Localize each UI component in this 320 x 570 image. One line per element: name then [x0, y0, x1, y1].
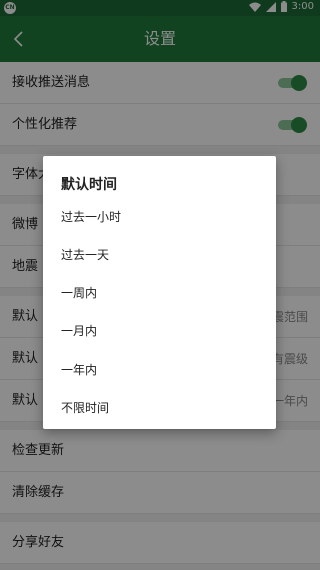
dialog-option[interactable]: 一周内 — [61, 284, 97, 301]
dialog-option[interactable]: 一月内 — [61, 322, 97, 339]
dialog-option[interactable]: 不限时间 — [61, 399, 109, 416]
dialog-option[interactable]: 过去一小时 — [61, 208, 121, 225]
dialog-option[interactable]: 过去一天 — [61, 246, 109, 263]
dialog-title: 默认时间 — [61, 177, 117, 193]
default-time-dialog: 默认时间 过去一小时 过去一天 一周内 一月内 一年内 不限时间 — [43, 156, 276, 429]
dialog-option[interactable]: 一年内 — [61, 361, 97, 378]
